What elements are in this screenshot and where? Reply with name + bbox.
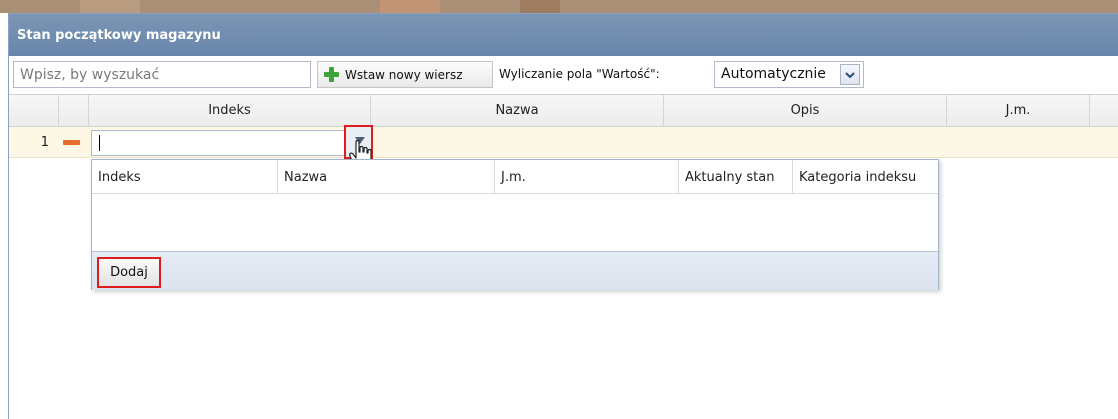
window-title: Stan początkowy magazynu (9, 14, 1118, 56)
row-number: 1 (40, 135, 49, 150)
insert-row-label: Wstaw nowy wiersz (345, 67, 463, 82)
header-rownum (9, 95, 59, 126)
dropdown-header: Indeks Nazwa J.m. Aktualny stan Kategori… (92, 160, 938, 194)
dropdown-column-indeks[interactable]: Indeks (92, 160, 278, 193)
plus-icon (324, 67, 339, 82)
column-header-nazwa[interactable]: Nazwa (371, 95, 664, 126)
background-desktop (0, 0, 1118, 13)
stock-window: Stan początkowy magazynu Wstaw nowy wier… (8, 13, 1118, 419)
header-actions (59, 95, 89, 126)
column-header-opis[interactable]: Opis (664, 95, 947, 126)
value-calculation-label: Wyliczanie pola "Wartość": (499, 67, 660, 81)
text-caret (99, 135, 100, 151)
search-input[interactable] (13, 61, 311, 88)
chevron-down-icon (845, 71, 855, 78)
dropdown-footer: Dodaj (92, 251, 938, 290)
column-header-indeks[interactable]: Indeks (89, 95, 371, 126)
indeks-input[interactable] (92, 131, 342, 155)
insert-row-button[interactable]: Wstaw nowy wiersz (317, 61, 493, 88)
dropdown-column-aktualny-stan[interactable]: Aktualny stan (679, 160, 793, 193)
indeks-combobox[interactable] (91, 130, 371, 156)
value-calculation-trigger[interactable] (840, 64, 860, 85)
value-calculation-selected: Automatycznie (721, 66, 826, 82)
dropdown-column-kategoria[interactable]: Kategoria indeksu (793, 160, 938, 193)
grid-header: Indeks Nazwa Opis J.m. (9, 94, 1118, 127)
indeks-dropdown-panel: Indeks Nazwa J.m. Aktualny stan Kategori… (91, 159, 939, 290)
dropdown-column-jm[interactable]: J.m. (495, 160, 679, 193)
dropdown-column-nazwa[interactable]: Nazwa (278, 160, 495, 193)
add-button[interactable]: Dodaj (97, 257, 161, 288)
value-calculation-select[interactable]: Automatycznie (714, 61, 864, 88)
column-header-jm[interactable]: J.m. (947, 95, 1090, 126)
minus-icon[interactable] (63, 140, 80, 145)
